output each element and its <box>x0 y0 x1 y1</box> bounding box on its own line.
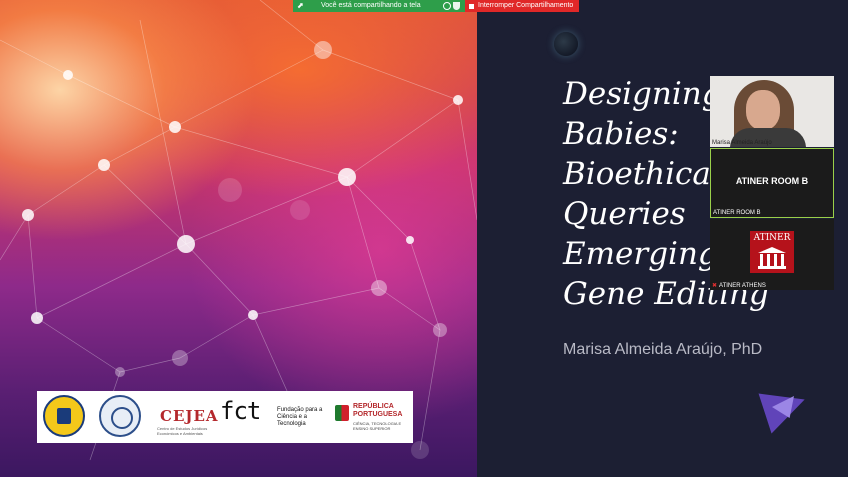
portugal-flag-icon <box>335 405 349 421</box>
fct-logo: fct <box>220 397 261 425</box>
participant-video-tile[interactable]: ATINER ✖ ATINER ATHENS <box>710 219 834 290</box>
stop-sharing-label: Interromper Compartilhamento <box>478 2 574 9</box>
atiner-logo: ATINER <box>750 231 794 273</box>
slide-author: Marisa Almeida Araújo, PhD <box>563 341 763 358</box>
participant-display-label: ATINER ROOM B <box>735 176 809 186</box>
universidade-evora-logo <box>43 395 85 437</box>
republica-portuguesa-subtitle: CIÊNCIA, TECNOLOGIA E ENSINO SUPERIOR <box>353 421 402 431</box>
stop-icon <box>469 4 474 9</box>
cejea-logo-subtitle: Centro de Estudos Jurídicos Económicos e… <box>157 426 208 436</box>
participant-video-tile[interactable]: Marisa Almeida Araújo <box>710 76 834 147</box>
institution-seal-logo <box>99 395 141 437</box>
slide-background-image: CEJEA Centro de Estudos Jurídicos Económ… <box>0 0 477 477</box>
security-shield-icon[interactable] <box>453 2 460 10</box>
participant-face <box>746 90 780 130</box>
temple-icon <box>758 247 786 269</box>
participant-video-tile[interactable]: ATINER ROOM B ATINER ROOM B <box>710 148 834 218</box>
participant-name: Marisa Almeida Araújo <box>712 140 772 146</box>
moon-decoration <box>554 32 578 56</box>
logo-strip: CEJEA Centro de Estudos Jurídicos Económ… <box>37 391 413 443</box>
fct-logo-text: Fundação para a Ciência e a Tecnologia <box>277 407 323 427</box>
participant-name: ATINER ROOM B <box>713 210 761 216</box>
share-screen-icon: ⬈ <box>297 1 304 10</box>
share-status-text: Você está compartilhando a tela <box>321 2 421 9</box>
muted-mic-icon: ✖ <box>712 283 718 289</box>
cejea-logo: CEJEA Centro de Estudos Jurídicos Económ… <box>157 397 218 437</box>
atiner-logo-text: ATINER <box>753 233 791 243</box>
republica-portuguesa-title: REPÚBLICA PORTUGUESA <box>353 403 403 418</box>
stop-sharing-button[interactable]: Interromper Compartilhamento <box>465 0 579 12</box>
participant-name-row: ✖ ATINER ATHENS <box>712 282 766 289</box>
pause-share-icon[interactable] <box>443 2 451 10</box>
screen-share-indicator[interactable]: ⬈ Você está compartilhando a tela <box>293 0 465 12</box>
cejea-logo-text: CEJEA <box>160 407 219 425</box>
participant-name: ATINER ATHENS <box>719 283 766 289</box>
